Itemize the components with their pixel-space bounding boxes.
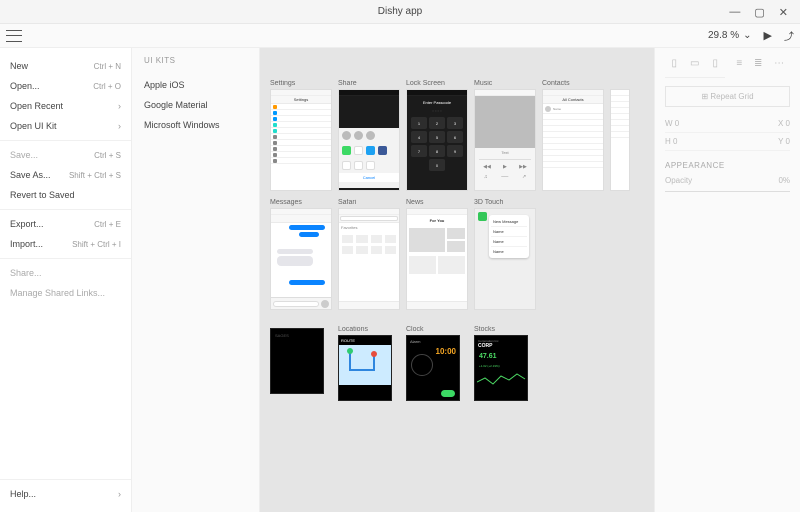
- artboard-grid: Settings Settings Share: [270, 80, 644, 401]
- zoom-control[interactable]: 29.8 % ⌄: [708, 30, 752, 41]
- artboard-share[interactable]: Share Cancel: [338, 80, 400, 191]
- artboard-safari[interactable]: Safari Favorites: [338, 199, 400, 310]
- opacity-control[interactable]: Opacity0%: [665, 176, 790, 185]
- menu-export[interactable]: Export...Ctrl + E: [0, 214, 131, 234]
- size-row-w[interactable]: W 0X 0: [665, 115, 790, 133]
- repeat-grid-button[interactable]: ⊞ Repeat Grid: [665, 86, 790, 107]
- artboard-locations[interactable]: Locations ROUTE: [338, 326, 400, 401]
- chevron-down-icon: ⌄: [743, 30, 751, 41]
- uikit-item-apple[interactable]: Apple iOS: [144, 75, 247, 95]
- menu-help[interactable]: Help...›: [0, 484, 131, 504]
- share-button[interactable]: ⤴: [784, 28, 794, 43]
- window-controls: — ▢ ✕: [729, 0, 796, 24]
- artboard-messages[interactable]: Messages: [270, 199, 332, 310]
- menu-save[interactable]: Save...Ctrl + S: [0, 145, 131, 165]
- window-title: Dishy app: [378, 6, 422, 17]
- size-row-h[interactable]: H 0Y 0: [665, 133, 790, 151]
- distribute-icons[interactable]: ≡≣⋯: [731, 54, 791, 77]
- artboard-watch-blank[interactable]: SAGES: [270, 326, 332, 401]
- maximize-button[interactable]: ▢: [754, 6, 764, 19]
- play-button[interactable]: ▶: [764, 29, 772, 42]
- hamburger-icon[interactable]: [6, 30, 22, 42]
- menu-share[interactable]: Share...: [0, 263, 131, 283]
- toolbar-right: 29.8 % ⌄ ▶ ⤴: [708, 28, 794, 43]
- menu-open-recent[interactable]: Open Recent›: [0, 96, 131, 116]
- canvas[interactable]: Settings Settings Share: [260, 48, 654, 512]
- zoom-value: 29.8 %: [708, 30, 739, 41]
- close-button[interactable]: ✕: [779, 6, 788, 19]
- appearance-header: APPEARANCE: [665, 161, 790, 170]
- menu-save-as[interactable]: Save As...Shift + Ctrl + S: [0, 165, 131, 185]
- artboard-music[interactable]: Music Text ◀◀▶▶▶ ♫──↗: [474, 80, 536, 191]
- artboard-clock[interactable]: Clock Alarm 10:00: [406, 326, 468, 401]
- minimize-button[interactable]: —: [729, 6, 740, 18]
- menu-new[interactable]: NewCtrl + N: [0, 56, 131, 76]
- menu-revert[interactable]: Revert to Saved: [0, 185, 131, 205]
- artboard-contacts[interactable]: Contacts All Contacts Name: [542, 80, 604, 191]
- 3dtouch-menu: New Message Name Name Name: [489, 215, 529, 258]
- menu-import[interactable]: Import...Shift + Ctrl + I: [0, 234, 131, 254]
- artboard-news[interactable]: News For You: [406, 199, 468, 310]
- menu-open-uikit[interactable]: Open UI Kit›: [0, 116, 131, 136]
- uikit-submenu: UI KITS Apple iOS Google Material Micros…: [132, 48, 260, 512]
- align-icons[interactable]: ▯▭▯: [665, 54, 725, 78]
- artboard-3dtouch[interactable]: 3D Touch New Message Name Name Name: [474, 199, 536, 310]
- inspector-panel: ▯▭▯ ≡≣⋯ ⊞ Repeat Grid W 0X 0 H 0Y 0 APPE…: [654, 48, 800, 512]
- messages-icon: [478, 212, 487, 221]
- uikit-item-google[interactable]: Google Material: [144, 95, 247, 115]
- file-menu: NewCtrl + N Open...Ctrl + O Open Recent›…: [0, 48, 132, 512]
- toolbar: 29.8 % ⌄ ▶ ⤴: [0, 24, 800, 48]
- artboard-settings[interactable]: Settings Settings: [270, 80, 332, 191]
- opacity-slider[interactable]: [665, 191, 790, 192]
- menu-shared-links[interactable]: Manage Shared Links...: [0, 283, 131, 303]
- uikit-header: UI KITS: [144, 56, 247, 65]
- uikit-item-microsoft[interactable]: Microsoft Windows: [144, 115, 247, 135]
- menu-open[interactable]: Open...Ctrl + O: [0, 76, 131, 96]
- artboard-stocks[interactable]: Stocks Corporation Inc CORP 47.61 +1.02 …: [474, 326, 536, 401]
- title-bar: Dishy app — ▢ ✕: [0, 0, 800, 24]
- artboard-sliver[interactable]: [610, 80, 630, 191]
- artboard-lockscreen[interactable]: Lock Screen Enter Passcode ○ ○ ○ ○ 123 4…: [406, 80, 468, 191]
